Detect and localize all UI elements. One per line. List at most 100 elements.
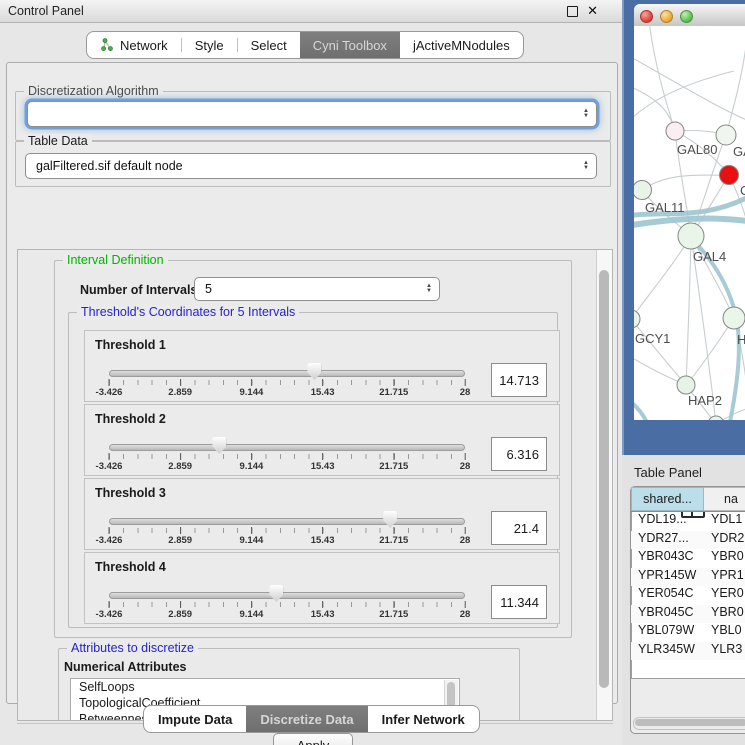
num-intervals-combobox[interactable]: 5 ▲▼	[194, 277, 440, 301]
tab-infer-network[interactable]: Infer Network	[368, 706, 479, 732]
slider-tick-labels: -3.4262.8599.14415.4321.71528	[109, 535, 465, 547]
slider-handle[interactable]	[269, 585, 283, 602]
table-row[interactable]: YDL19...YDL1	[631, 512, 745, 531]
tick-label: 15.43	[311, 535, 335, 546]
tick-label: 2.859	[168, 461, 192, 472]
slider-handle[interactable]	[307, 363, 321, 380]
close-icon[interactable]: ✕	[587, 3, 598, 19]
table-row[interactable]: YPR145WYPR1	[631, 568, 745, 587]
table-row[interactable]: YBR043CYBR0	[631, 549, 745, 568]
table-data-value: galFiltered.sif default node	[36, 159, 183, 173]
table-body: YDL19...YDL1YDR27...YDR2YBR043CYBR0YPR14…	[631, 512, 745, 660]
tab-impute-data[interactable]: Impute Data	[144, 706, 246, 732]
tick-label: 9.144	[240, 609, 264, 620]
tab-select[interactable]: Select	[238, 32, 300, 58]
spinner-icon: ▲▼	[583, 102, 589, 126]
network-node[interactable]	[634, 181, 652, 200]
table-data-combobox[interactable]: galFiltered.sif default node ▲▼	[25, 153, 597, 179]
node-label: GCY1	[635, 331, 670, 346]
algorithm-legend: Discretization Algorithm	[24, 84, 163, 98]
node-attribute-table: shared... na YDL19...YDL1YDR27...YDR2YBR…	[631, 487, 745, 679]
slider-track[interactable]	[109, 592, 465, 599]
threshold-slider[interactable]: -3.4262.8599.14415.4321.71528	[109, 479, 465, 549]
tab-style[interactable]: Style	[182, 32, 237, 58]
threshold-slider[interactable]: -3.4262.8599.14415.4321.71528	[109, 553, 465, 623]
close-traffic-light[interactable]	[640, 10, 653, 23]
threshold-value-box[interactable]: 6.316	[491, 437, 547, 471]
threshold-value-box[interactable]: 11.344	[491, 585, 547, 619]
network-node[interactable]	[723, 307, 745, 329]
slider-handle[interactable]	[383, 511, 397, 528]
cyni-toolbox-panel: Discretization Algorithm ▲▼ Table Data g…	[6, 62, 618, 704]
threshold-value-box[interactable]: 14.713	[491, 363, 547, 397]
table-row[interactable]: YER054CYER0	[631, 586, 745, 605]
tick-label: 2.859	[168, 535, 192, 546]
network-node[interactable]	[677, 376, 695, 394]
float-window-icon[interactable]	[567, 6, 578, 17]
attributes-legend: Attributes to discretize	[67, 641, 198, 655]
tick-label: 21.715	[379, 387, 408, 398]
tick-label: 9.144	[240, 535, 264, 546]
network-node[interactable]	[720, 166, 739, 185]
column-header-shared-name[interactable]: shared...	[631, 487, 704, 511]
tab-network[interactable]: Network	[87, 32, 181, 58]
network-node[interactable]	[634, 310, 640, 328]
column-header-name[interactable]: na	[704, 487, 745, 511]
network-node[interactable]	[678, 223, 704, 249]
table-data-legend: Table Data	[24, 134, 92, 148]
node-label: GA	[733, 144, 745, 159]
scrollbar-thumb[interactable]	[599, 270, 609, 688]
control-panel-titlebar: Control Panel ✕	[0, 0, 622, 23]
tab-discretize-data[interactable]: Discretize Data	[246, 706, 367, 732]
slider-handle[interactable]	[212, 437, 226, 454]
slider-track[interactable]	[109, 370, 465, 377]
tick-label: 21.715	[379, 535, 408, 546]
table-row[interactable]: YDR27...YDR2	[631, 531, 745, 550]
zoom-traffic-light[interactable]	[680, 10, 693, 23]
tick-label: 2.859	[168, 387, 192, 398]
algorithm-combobox[interactable]: ▲▼	[27, 101, 597, 127]
node-label: H	[737, 332, 745, 347]
tick-label: 9.144	[240, 387, 264, 398]
slider-track[interactable]	[109, 518, 465, 525]
threshold-slider[interactable]: -3.4262.8599.14415.4321.71528	[109, 405, 465, 475]
table-cell: YBR045C	[631, 605, 704, 624]
network-canvas[interactable]: GAL80GACGAL11GAL4GCY1HHAP2	[634, 26, 745, 420]
tick-label: 21.715	[379, 461, 408, 472]
tick-label: -3.426	[96, 387, 123, 398]
minimize-traffic-light[interactable]	[660, 10, 673, 23]
network-node[interactable]	[716, 125, 736, 145]
tab-jactivemnodules[interactable]: jActiveMNodules	[400, 32, 523, 58]
control-panel-tabs: Network Style Select Cyni Toolbox jActiv…	[86, 31, 524, 59]
threshold-slider[interactable]: -3.4262.8599.14415.4321.71528	[109, 331, 465, 401]
tab-cyni-toolbox[interactable]: Cyni Toolbox	[300, 32, 400, 58]
thresholds-legend: Threshold's Coordinates for 5 Intervals	[77, 305, 299, 319]
threshold-row: Threshold 2 -3.4262.8599.14415.4321.7152…	[84, 404, 560, 476]
table-cell: YBR043C	[631, 549, 704, 568]
threshold-row: Threshold 4 -3.4262.8599.14415.4321.7152…	[84, 552, 560, 624]
network-node[interactable]	[666, 122, 684, 140]
table-cell: YBL079W	[631, 623, 704, 642]
threshold-value-box[interactable]: 21.4	[491, 511, 547, 545]
attribute-item[interactable]: SelfLoops	[71, 679, 459, 695]
table-row[interactable]: YLR345WYLR3	[631, 642, 745, 661]
slider-track[interactable]	[109, 444, 465, 451]
tick-label: 28	[460, 535, 471, 546]
tick-label: 21.715	[379, 609, 408, 620]
apply-button[interactable]: Apply	[273, 733, 353, 745]
tick-label: 28	[460, 461, 471, 472]
panel-title: Control Panel	[8, 4, 84, 18]
network-window-titlebar[interactable]	[634, 4, 745, 27]
table-panel-box: ⚙ ☑ ☑ shared... na YDL19...YDL1YDR27...Y…	[630, 486, 745, 734]
table-row[interactable]: YBL079WYBL0	[631, 623, 745, 642]
table-cell: YPR145W	[631, 568, 704, 587]
table-cell: YDL1	[704, 512, 742, 531]
threshold-row: Threshold 1 -3.4262.8599.14415.4321.7152…	[84, 330, 560, 402]
table-row[interactable]: YBR045CYBR0	[631, 605, 745, 624]
node-label: GAL4	[693, 249, 726, 264]
tick-label: -3.426	[96, 535, 123, 546]
slider-ticks	[109, 602, 465, 607]
tick-label: 15.43	[311, 461, 335, 472]
table-cell: YDL19...	[631, 512, 704, 531]
vertical-scrollbar[interactable]	[596, 250, 612, 720]
